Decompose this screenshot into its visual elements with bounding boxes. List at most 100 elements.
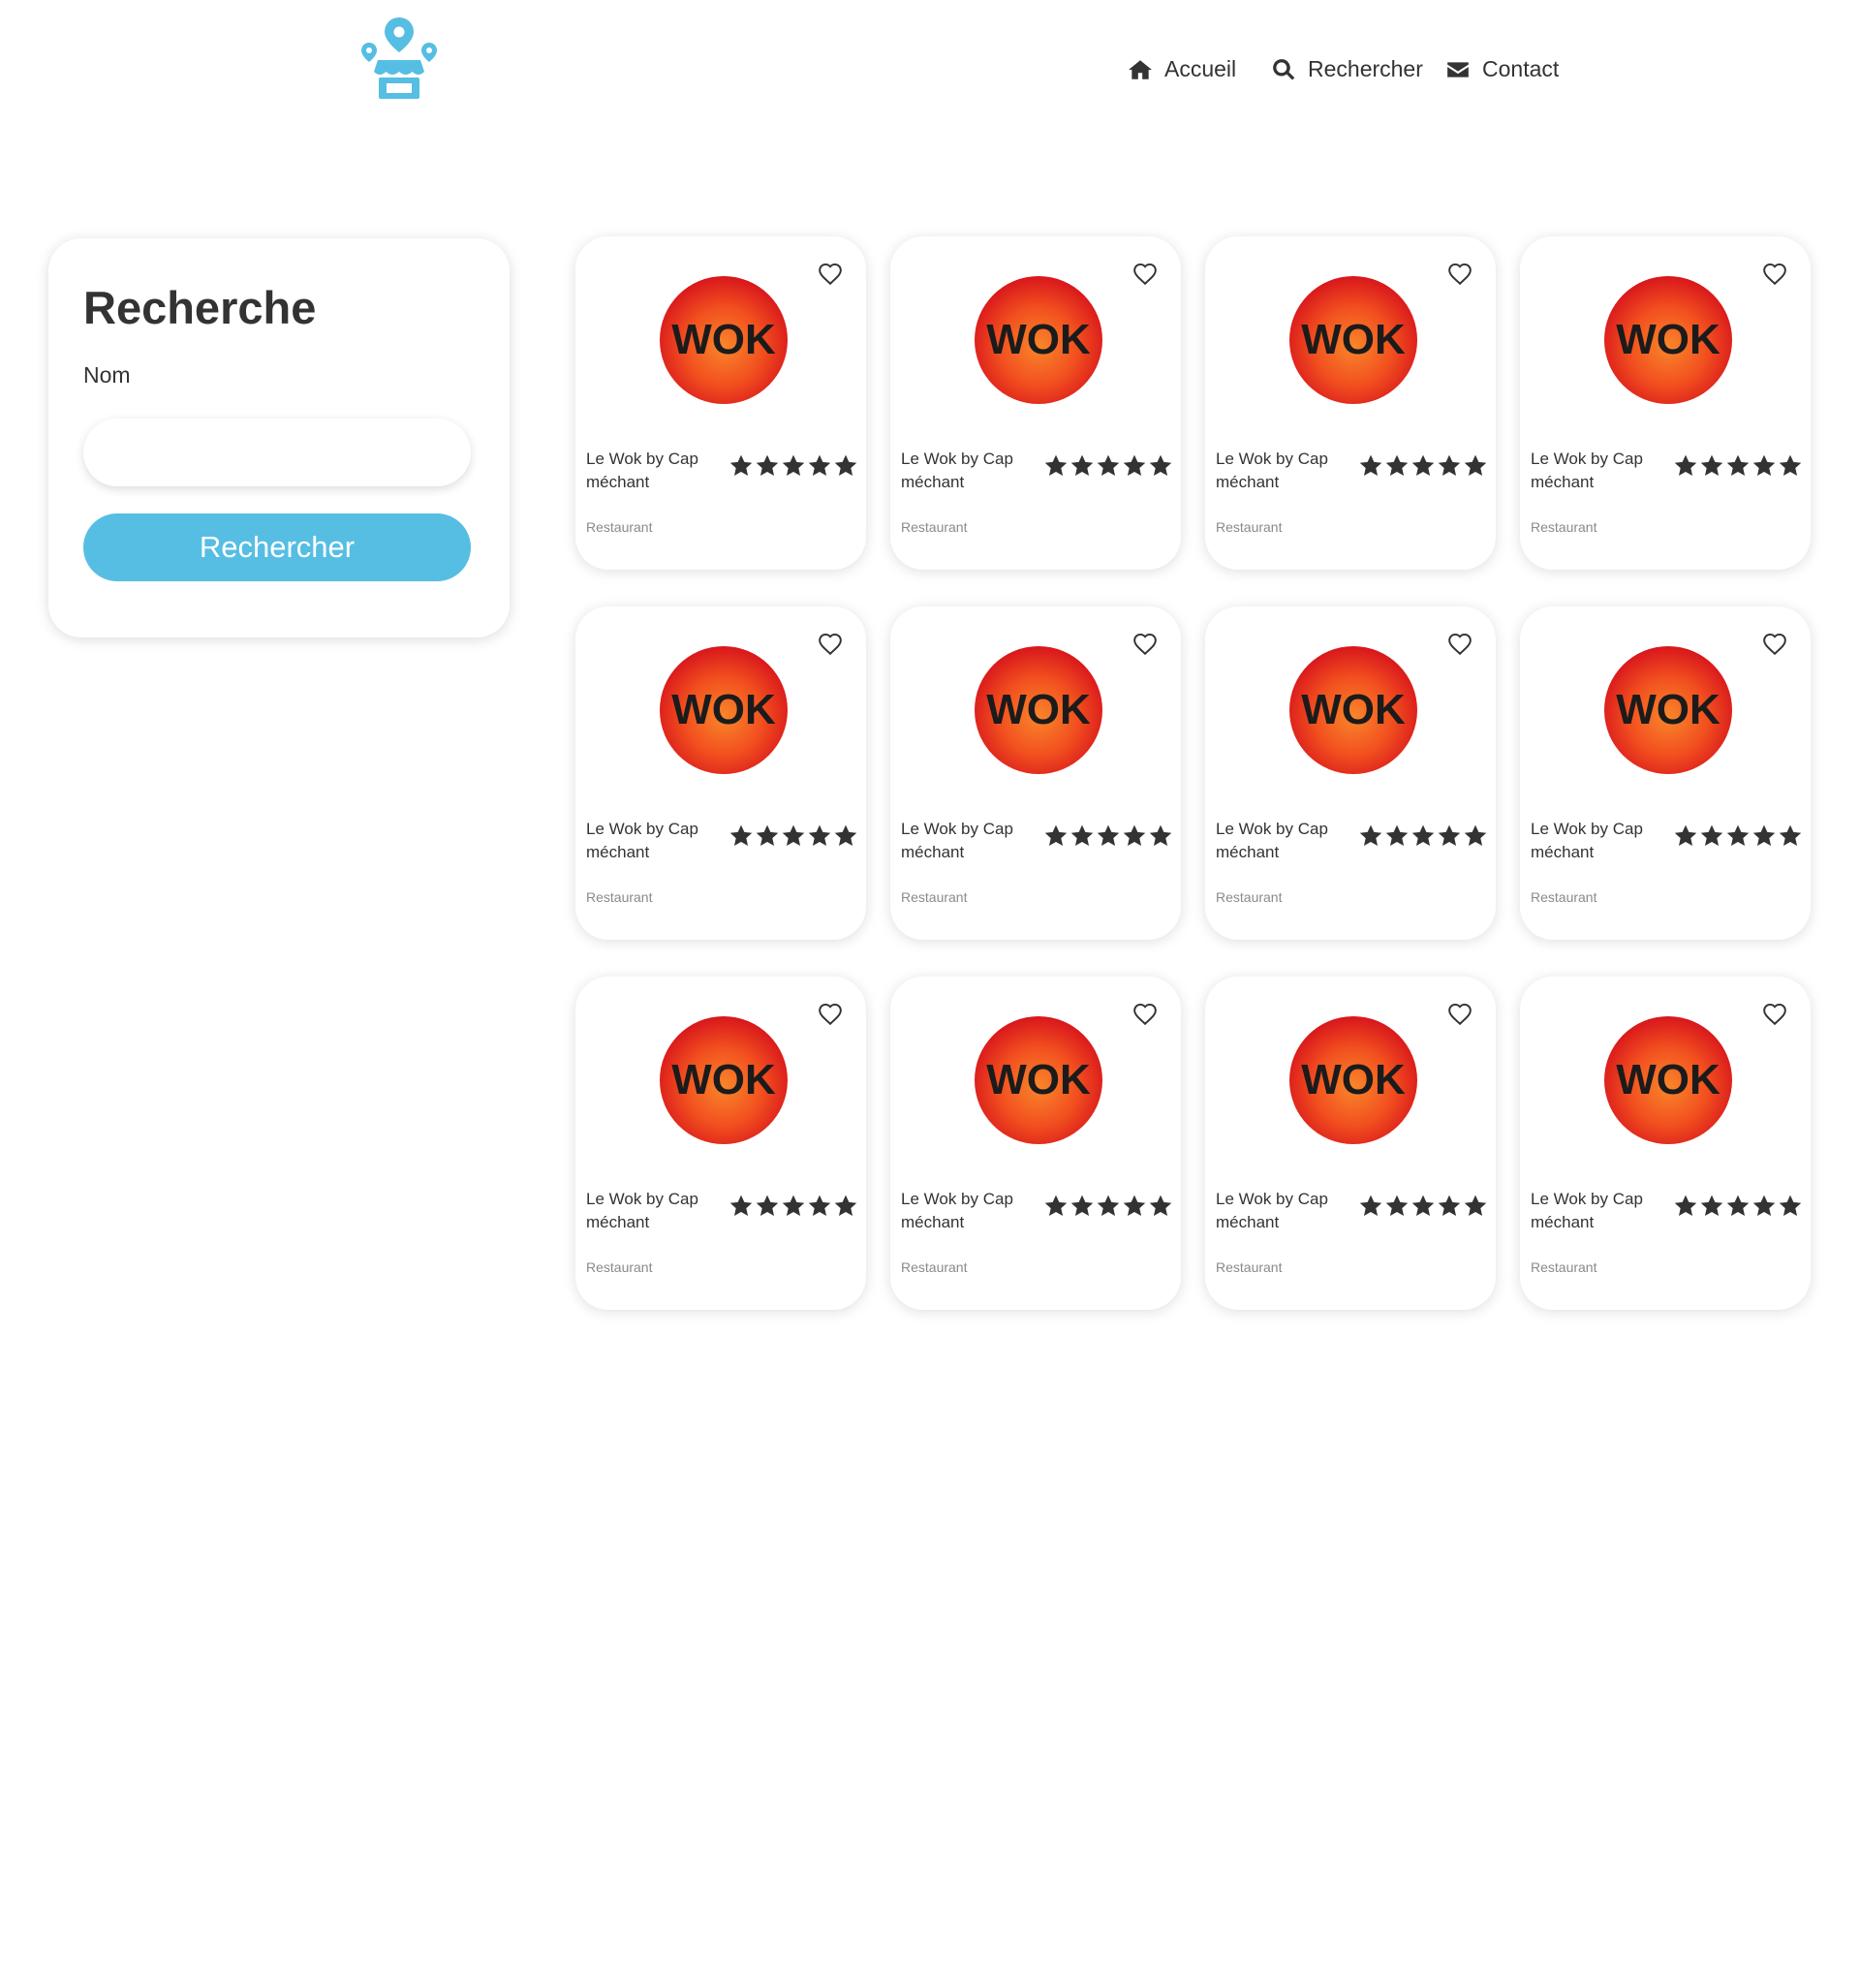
name-label: Nom (83, 362, 131, 388)
star-icon (1464, 454, 1487, 476)
restaurant-card[interactable]: WOK Le Wok by Cap méchant Restaurant (1520, 977, 1811, 1310)
heart-icon[interactable] (1762, 632, 1787, 657)
star-icon (1674, 824, 1697, 846)
restaurant-name: Le Wok by Cap méchant (901, 820, 1013, 861)
restaurant-card[interactable]: WOK Le Wok by Cap méchant Restaurant (1520, 606, 1811, 940)
restaurant-category: Restaurant (1216, 889, 1283, 905)
star-icon (1097, 454, 1120, 476)
restaurant-card[interactable]: WOK Le Wok by Cap méchant Restaurant (890, 977, 1181, 1310)
heart-icon[interactable] (1762, 262, 1787, 287)
heart-icon[interactable] (1447, 262, 1472, 287)
wok-logo-text: WOK (986, 686, 1091, 733)
heart-icon[interactable] (1762, 1002, 1787, 1027)
restaurant-name: Le Wok by Cap méchant (1531, 820, 1643, 861)
star-icon (1149, 454, 1172, 476)
star-icon (1411, 454, 1435, 476)
wok-logo: WOK (660, 276, 788, 404)
heart-icon[interactable] (818, 632, 843, 657)
restaurant-name: Le Wok by Cap méchant (586, 450, 698, 491)
search-panel: Recherche Nom Rechercher (48, 238, 510, 637)
star-icon (1097, 1195, 1120, 1216)
star-icon (1464, 824, 1487, 846)
star-icon (1674, 1195, 1697, 1216)
star-icon (756, 1195, 779, 1216)
restaurant-card[interactable]: WOK Le Wok by Cap méchant Restaurant (1205, 236, 1496, 570)
star-rating (728, 453, 858, 479)
heart-icon[interactable] (1132, 1002, 1158, 1027)
heart-icon[interactable] (818, 262, 843, 287)
site-logo[interactable] (360, 16, 438, 101)
wok-logo: WOK (1604, 276, 1732, 404)
restaurant-card[interactable]: WOK Le Wok by Cap méchant Restaurant (575, 606, 866, 940)
restaurant-category: Restaurant (1216, 1259, 1283, 1275)
star-icon (1044, 1195, 1068, 1216)
name-input[interactable] (83, 419, 471, 486)
wok-logo: WOK (975, 1016, 1102, 1144)
star-icon (1123, 1195, 1146, 1216)
restaurant-card[interactable]: WOK Le Wok by Cap méchant Restaurant (575, 236, 866, 570)
heart-icon[interactable] (818, 1002, 843, 1027)
star-icon (1385, 454, 1409, 476)
star-icon (1752, 454, 1776, 476)
star-icon (1726, 1195, 1750, 1216)
heart-icon[interactable] (1132, 632, 1158, 657)
star-icon (1726, 824, 1750, 846)
star-rating (1673, 453, 1803, 479)
star-icon (834, 454, 857, 476)
envelope-icon (1447, 61, 1469, 78)
heart-icon[interactable] (1132, 262, 1158, 287)
nav-rechercher[interactable]: Rechercher (1271, 56, 1423, 82)
star-icon (1070, 1195, 1094, 1216)
star-icon (1411, 1195, 1435, 1216)
restaurant-category: Restaurant (586, 889, 653, 905)
star-icon (1438, 1195, 1461, 1216)
wok-logo-text: WOK (1616, 1056, 1720, 1103)
star-rating (728, 1194, 858, 1219)
restaurant-name: Le Wok by Cap méchant (901, 1190, 1013, 1231)
star-icon (1438, 824, 1461, 846)
star-icon (782, 454, 805, 476)
wok-logo: WOK (1604, 646, 1732, 774)
wok-logo-text: WOK (1616, 686, 1720, 733)
restaurant-card[interactable]: WOK Le Wok by Cap méchant Restaurant (575, 977, 866, 1310)
star-icon (808, 1195, 831, 1216)
wok-logo-text: WOK (1301, 316, 1406, 363)
restaurant-category: Restaurant (586, 519, 653, 535)
nav-accueil[interactable]: Accueil (1128, 56, 1236, 82)
search-button[interactable]: Rechercher (83, 513, 471, 581)
star-rating (1673, 1194, 1803, 1219)
star-icon (1123, 454, 1146, 476)
star-icon (1726, 454, 1750, 476)
star-icon (1779, 824, 1802, 846)
star-icon (1438, 454, 1461, 476)
restaurant-card[interactable]: WOK Le Wok by Cap méchant Restaurant (1205, 606, 1496, 940)
star-icon (1779, 1195, 1802, 1216)
restaurant-card[interactable]: WOK Le Wok by Cap méchant Restaurant (1520, 236, 1811, 570)
star-icon (1700, 454, 1723, 476)
restaurant-card[interactable]: WOK Le Wok by Cap méchant Restaurant (890, 236, 1181, 570)
star-rating (1358, 453, 1488, 479)
star-icon (1149, 1195, 1172, 1216)
wok-logo-text: WOK (1616, 316, 1720, 363)
wok-logo-text: WOK (1301, 1056, 1406, 1103)
star-rating (1358, 823, 1488, 849)
star-icon (1044, 454, 1068, 476)
star-icon (1779, 454, 1802, 476)
star-icon (729, 454, 753, 476)
heart-icon[interactable] (1447, 632, 1472, 657)
wok-logo: WOK (1289, 276, 1417, 404)
star-icon (782, 1195, 805, 1216)
wok-logo: WOK (1289, 1016, 1417, 1144)
nav-contact[interactable]: Contact (1445, 56, 1559, 82)
restaurant-name: Le Wok by Cap méchant (1216, 450, 1328, 491)
wok-logo-text: WOK (671, 1056, 776, 1103)
wok-logo-text: WOK (671, 316, 776, 363)
star-icon (1097, 824, 1120, 846)
restaurant-card[interactable]: WOK Le Wok by Cap méchant Restaurant (890, 606, 1181, 940)
star-icon (1070, 824, 1094, 846)
restaurant-card[interactable]: WOK Le Wok by Cap méchant Restaurant (1205, 977, 1496, 1310)
star-icon (1070, 454, 1094, 476)
heart-icon[interactable] (1447, 1002, 1472, 1027)
star-icon (1359, 824, 1382, 846)
search-title: Recherche (83, 282, 317, 333)
